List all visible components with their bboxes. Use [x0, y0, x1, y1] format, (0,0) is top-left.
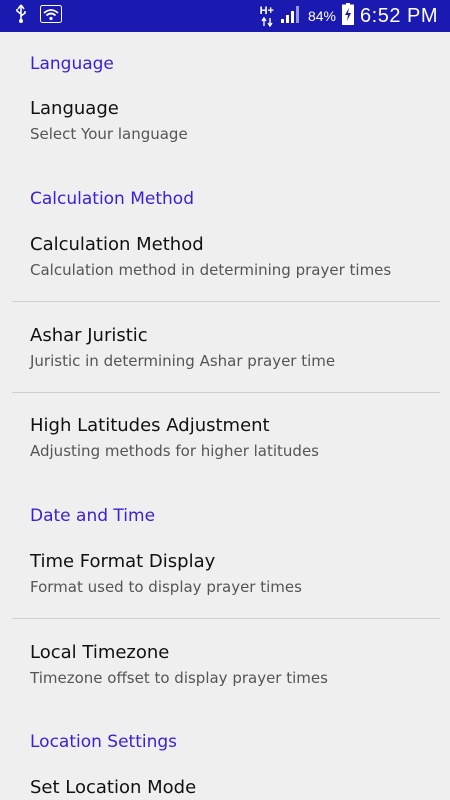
- divider: [12, 618, 440, 619]
- pref-set-location-mode[interactable]: Set Location Mode: [30, 777, 440, 798]
- usb-icon: [14, 4, 28, 28]
- pref-title: Calculation Method: [30, 234, 204, 255]
- clock: 6:52 PM: [360, 4, 438, 27]
- pref-high-latitudes-adjustment[interactable]: High Latitudes Adjustment Adjusting meth…: [30, 415, 440, 460]
- pref-title: Language: [30, 98, 119, 119]
- signal-icon: [280, 4, 302, 28]
- pref-title: Ashar Juristic: [30, 325, 148, 346]
- pref-title: Set Location Mode: [30, 777, 197, 798]
- pref-title: Time Format Display: [30, 551, 216, 572]
- category-language: Language: [30, 54, 114, 74]
- pref-ashar-juristic[interactable]: Ashar Juristic Juristic in determining A…: [30, 325, 440, 370]
- wifi-icon: [40, 5, 62, 27]
- pref-summary: Calculation method in determining prayer…: [30, 261, 392, 279]
- pref-summary: Select Your language: [30, 125, 188, 143]
- battery-charging-icon: [342, 3, 355, 29]
- status-bar: H+ 84% 6:52 PM: [0, 0, 450, 32]
- network-type-label: H+: [259, 4, 274, 17]
- category-location-settings: Location Settings: [30, 732, 178, 752]
- pref-local-timezone[interactable]: Local Timezone Timezone offset to displa…: [30, 642, 440, 687]
- pref-summary: Juristic in determining Ashar prayer tim…: [30, 352, 336, 370]
- divider: [12, 392, 440, 393]
- pref-summary: Format used to display prayer times: [30, 578, 302, 596]
- pref-time-format-display[interactable]: Time Format Display Format used to displ…: [30, 551, 440, 596]
- pref-summary: Timezone offset to display prayer times: [30, 669, 328, 687]
- pref-title: Local Timezone: [30, 642, 170, 663]
- pref-summary: Adjusting methods for higher latitudes: [30, 442, 319, 460]
- category-date-and-time: Date and Time: [30, 506, 156, 526]
- data-arrows-icon: H+: [259, 4, 274, 27]
- pref-title: High Latitudes Adjustment: [30, 415, 270, 436]
- divider: [12, 301, 440, 302]
- category-calculation-method: Calculation Method: [30, 189, 194, 209]
- battery-percent: 84%: [307, 8, 337, 24]
- pref-language[interactable]: Language Select Your language: [30, 98, 440, 143]
- pref-calculation-method[interactable]: Calculation Method Calculation method in…: [30, 234, 440, 279]
